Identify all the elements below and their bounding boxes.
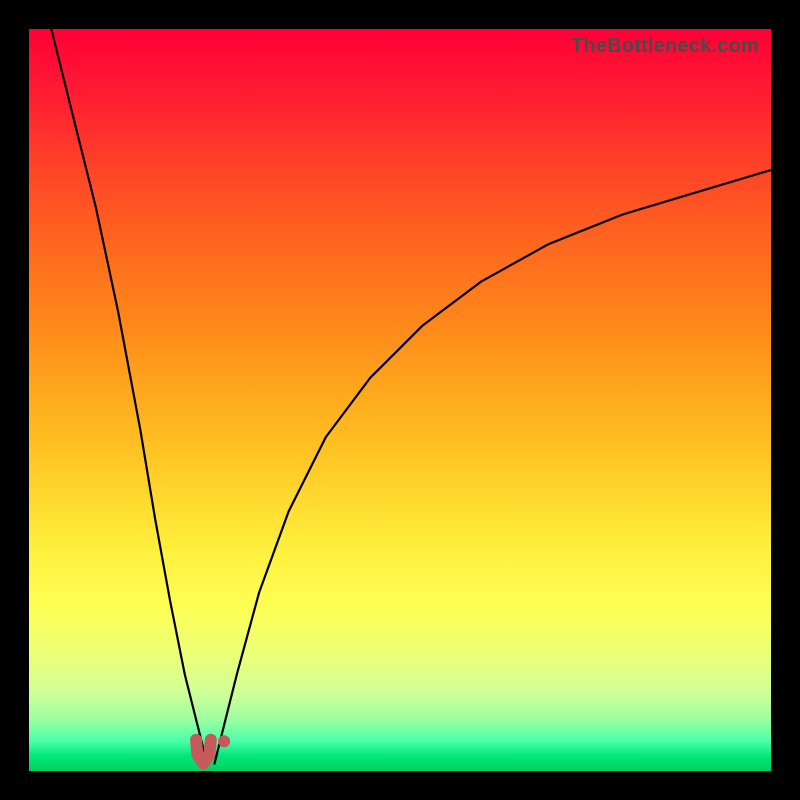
right-curve — [215, 170, 772, 764]
plot-area: TheBottleneck.com — [29, 29, 771, 771]
chart-frame: TheBottleneck.com — [0, 0, 800, 800]
curve-layer — [29, 29, 771, 771]
left-curve — [51, 29, 207, 764]
valley-dot — [218, 735, 230, 747]
